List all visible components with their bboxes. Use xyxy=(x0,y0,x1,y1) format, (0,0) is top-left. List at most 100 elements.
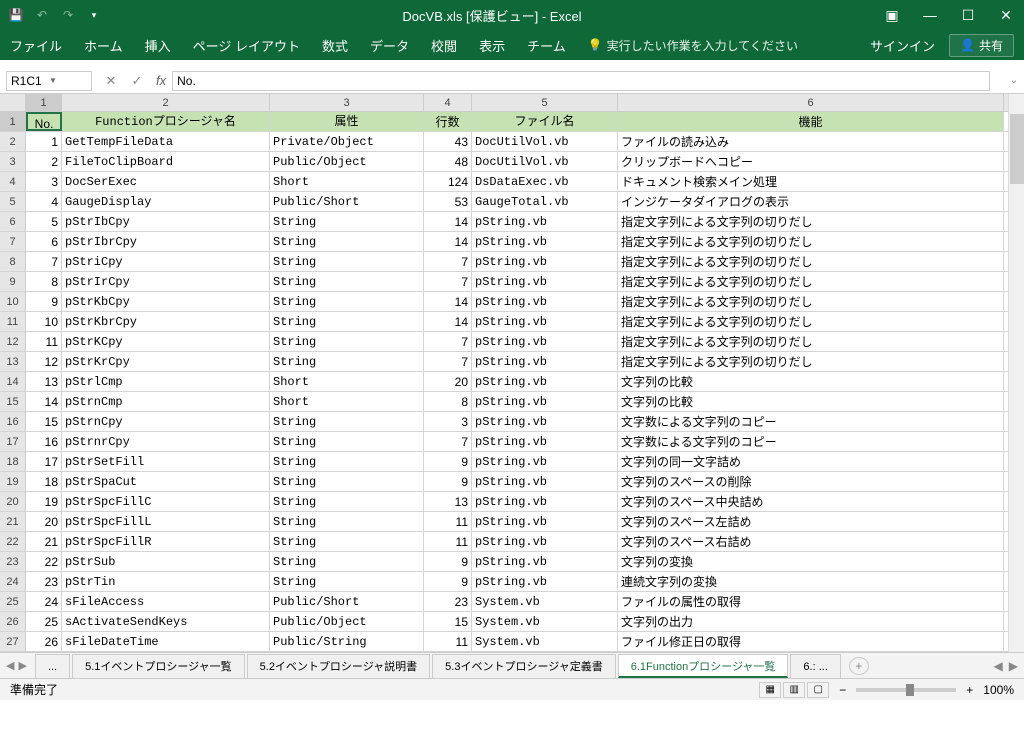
row-header[interactable]: 13 xyxy=(0,352,26,371)
ribbon-options-icon[interactable]: ▣ xyxy=(882,5,902,25)
cell-func[interactable]: pStrSetFill xyxy=(62,452,270,471)
cancel-icon[interactable]: ✕ xyxy=(102,73,120,89)
tab-pagelayout[interactable]: ページ レイアウト xyxy=(193,36,300,55)
cell-feature[interactable]: 文字列の比較 xyxy=(618,392,1004,411)
cell-feature[interactable]: 文字列の変換 xyxy=(618,552,1004,571)
cell-lines[interactable]: 13 xyxy=(424,492,472,511)
cell-func[interactable]: pStrKCpy xyxy=(62,332,270,351)
cell-no[interactable]: 21 xyxy=(26,532,62,551)
cell-file[interactable]: DocUtilVol.vb xyxy=(472,152,618,171)
row-header[interactable]: 11 xyxy=(0,312,26,331)
sheet-tab[interactable]: 6.: ... xyxy=(790,654,840,678)
cell-func[interactable]: pStrSpcFillR xyxy=(62,532,270,551)
sheet-tab-active[interactable]: 6.1Functionプロシージャ一覧 xyxy=(618,654,789,678)
cell-func[interactable]: GaugeDisplay xyxy=(62,192,270,211)
cell-attr[interactable]: Public/Short xyxy=(270,192,424,211)
cell-file[interactable]: pString.vb xyxy=(472,552,618,571)
zoom-in-icon[interactable]: + xyxy=(966,683,973,697)
tab-data[interactable]: データ xyxy=(370,36,409,55)
row-header[interactable]: 26 xyxy=(0,612,26,631)
signin-link[interactable]: サインイン xyxy=(870,36,935,55)
row-header[interactable]: 24 xyxy=(0,572,26,591)
minimize-icon[interactable]: — xyxy=(920,5,940,25)
tell-me-box[interactable]: 💡 実行したい作業を入力してください xyxy=(588,37,798,54)
header-feature[interactable]: 機能 xyxy=(618,112,1004,131)
col-header[interactable]: 2 xyxy=(62,94,270,111)
cell-file[interactable]: DsDataExec.vb xyxy=(472,172,618,191)
cell-file[interactable]: pString.vb xyxy=(472,232,618,251)
cell-feature[interactable]: 文字数による文字列のコピー xyxy=(618,432,1004,451)
cell-attr[interactable]: String xyxy=(270,492,424,511)
cell-no[interactable]: 5 xyxy=(26,212,62,231)
cell-lines[interactable]: 7 xyxy=(424,352,472,371)
cell-lines[interactable]: 9 xyxy=(424,452,472,471)
cell-func[interactable]: GetTempFileData xyxy=(62,132,270,151)
cell-lines[interactable]: 20 xyxy=(424,372,472,391)
cell-attr[interactable]: String xyxy=(270,552,424,571)
header-no[interactable]: No. xyxy=(26,112,62,131)
cell-lines[interactable]: 3 xyxy=(424,412,472,431)
cell-file[interactable]: pString.vb xyxy=(472,492,618,511)
zoom-thumb[interactable] xyxy=(906,684,914,696)
cell-feature[interactable]: 文字数による文字列のコピー xyxy=(618,412,1004,431)
cell-attr[interactable]: Short xyxy=(270,372,424,391)
sheet-tab[interactable]: 5.3イベントプロシージャ定義書 xyxy=(432,654,616,678)
col-header[interactable]: 4 xyxy=(424,94,472,111)
pagelayout-view-icon[interactable]: ▥ xyxy=(783,682,805,698)
undo-icon[interactable]: ↶ xyxy=(34,7,50,23)
vertical-scrollbar[interactable] xyxy=(1008,94,1024,652)
col-header[interactable]: 6 xyxy=(618,94,1004,111)
cell-lines[interactable]: 7 xyxy=(424,252,472,271)
expand-formula-icon[interactable]: ⌄ xyxy=(1010,75,1018,86)
cell-file[interactable]: DocUtilVol.vb xyxy=(472,132,618,151)
cell-lines[interactable]: 9 xyxy=(424,572,472,591)
cell-func[interactable]: pStrIbrCpy xyxy=(62,232,270,251)
cell-no[interactable]: 2 xyxy=(26,152,62,171)
row-header[interactable]: 5 xyxy=(0,192,26,211)
cell-lines[interactable]: 8 xyxy=(424,392,472,411)
cell-feature[interactable]: ファイルの属性の取得 xyxy=(618,592,1004,611)
cell-lines[interactable]: 124 xyxy=(424,172,472,191)
cell-attr[interactable]: String xyxy=(270,212,424,231)
header-attr[interactable]: 属性 xyxy=(270,112,424,131)
cell-attr[interactable]: Public/Short xyxy=(270,592,424,611)
tab-formulas[interactable]: 数式 xyxy=(322,36,348,55)
cell-no[interactable]: 12 xyxy=(26,352,62,371)
row-header[interactable]: 16 xyxy=(0,412,26,431)
cell-file[interactable]: pString.vb xyxy=(472,472,618,491)
cell-feature[interactable]: ファイルの読み込み xyxy=(618,132,1004,151)
cell-file[interactable]: pString.vb xyxy=(472,452,618,471)
cell-lines[interactable]: 11 xyxy=(424,532,472,551)
header-func[interactable]: Functionプロシージャ名 xyxy=(62,112,270,131)
cell-file[interactable]: pString.vb xyxy=(472,312,618,331)
cell-func[interactable]: pStrSpcFillC xyxy=(62,492,270,511)
cell-file[interactable]: pString.vb xyxy=(472,432,618,451)
cell-attr[interactable]: Public/Object xyxy=(270,612,424,631)
row-header[interactable]: 23 xyxy=(0,552,26,571)
cell-func[interactable]: pStrSpcFillL xyxy=(62,512,270,531)
row-header[interactable]: 15 xyxy=(0,392,26,411)
cell-func[interactable]: pStrSpaCut xyxy=(62,472,270,491)
tab-nav-next-icon[interactable]: ▶ xyxy=(18,659,26,672)
cell-feature[interactable]: 指定文字列による文字列の切りだし xyxy=(618,332,1004,351)
cell-feature[interactable]: 指定文字列による文字列の切りだし xyxy=(618,312,1004,331)
cell-func[interactable]: pStrlCmp xyxy=(62,372,270,391)
row-header[interactable]: 17 xyxy=(0,432,26,451)
cell-lines[interactable]: 53 xyxy=(424,192,472,211)
cell-file[interactable]: pString.vb xyxy=(472,372,618,391)
row-header[interactable]: 20 xyxy=(0,492,26,511)
cell-no[interactable]: 3 xyxy=(26,172,62,191)
cell-no[interactable]: 6 xyxy=(26,232,62,251)
cell-file[interactable]: System.vb xyxy=(472,612,618,631)
redo-icon[interactable]: ↷ xyxy=(60,7,76,23)
cell-attr[interactable]: String xyxy=(270,232,424,251)
row-header[interactable]: 18 xyxy=(0,452,26,471)
cell-attr[interactable]: Short xyxy=(270,392,424,411)
cell-no[interactable]: 13 xyxy=(26,372,62,391)
row-header[interactable]: 25 xyxy=(0,592,26,611)
col-header[interactable]: 5 xyxy=(472,94,618,111)
row-header[interactable]: 8 xyxy=(0,252,26,271)
cell-feature[interactable]: 文字列の出力 xyxy=(618,612,1004,631)
cell-lines[interactable]: 9 xyxy=(424,552,472,571)
cell-feature[interactable]: 指定文字列による文字列の切りだし xyxy=(618,232,1004,251)
